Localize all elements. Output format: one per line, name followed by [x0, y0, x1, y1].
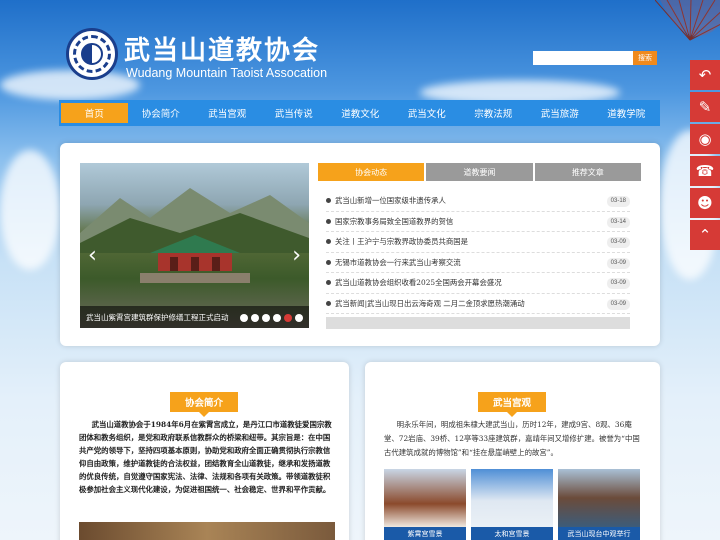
thumb-image	[471, 469, 553, 527]
temples-panel: 武当宫观 明永乐年间，明成祖朱棣大建武当山，历时12年，建成9宫、8观、36庵堂…	[365, 362, 660, 540]
bullet-icon	[326, 300, 331, 306]
up-arrow-icon[interactable]: ⌃	[690, 220, 720, 250]
news-list: 武当山新增一位国家级非遗传承人 03-18 国家宗教事务局致全国道教界的贺信 0…	[326, 191, 630, 314]
news-panel: ‹ › 武当山紫霄宫建筑群保护修缮工程正式启动 协会动态 道教要闻 推荐文章 武…	[60, 143, 660, 346]
temple-thumb[interactable]: 太和宫雪景	[471, 469, 553, 540]
site-logo[interactable]: 武当山道教协会 Wudang Mountain Taoist Assocatio…	[66, 28, 366, 83]
bullet-icon	[326, 198, 331, 204]
back-icon[interactable]: ↶	[690, 60, 720, 90]
search-input[interactable]	[533, 51, 633, 65]
next-arrow-icon[interactable]: ›	[292, 243, 301, 268]
slider-dots	[240, 314, 303, 322]
news-date: 03-09	[606, 278, 630, 289]
temples-text: 明永乐年间，明成祖朱棣大建武当山，历时12年，建成9宫、8观、36庵堂、72岩庙…	[384, 420, 640, 457]
cloud	[0, 150, 60, 270]
nav-item-academy[interactable]: 道教学院	[593, 103, 660, 123]
list-item[interactable]: 关注丨王沪宁与宗教界政协委员共商国是 03-09	[326, 232, 630, 253]
tab-taoist-news[interactable]: 道教要闻	[426, 163, 533, 181]
search-button[interactable]: 搜索	[633, 51, 657, 65]
news-title[interactable]: 国家宗教事务局致全国道教界的贺信	[335, 216, 453, 227]
news-divider	[326, 317, 630, 329]
main-nav: 首页 协会简介 武当宫观 武当传说 道教文化 武当文化 宗教法规 武当旅游 道教…	[59, 100, 660, 126]
chat-icon[interactable]: ✎	[690, 92, 720, 122]
nav-item-tourism[interactable]: 武当旅游	[527, 103, 594, 123]
thumb-image	[384, 469, 466, 527]
thumb-image	[558, 469, 640, 527]
slider-dot[interactable]	[251, 314, 259, 322]
nav-item-temples[interactable]: 武当宫观	[194, 103, 261, 123]
news-date: 03-14	[606, 216, 630, 228]
intro-text: 武当山道教协会于1984年6月在紫霄宫成立，是丹江口市道教徒爱国宗教团体和教务组…	[79, 420, 332, 494]
intro-image[interactable]	[79, 522, 335, 540]
slider-dot-active[interactable]	[284, 314, 292, 322]
tab-recommended[interactable]: 推荐文章	[534, 163, 641, 181]
nav-item-home[interactable]: 首页	[61, 103, 128, 123]
news-title[interactable]: 武当山新增一位国家级非遗传承人	[335, 195, 446, 206]
qq-icon[interactable]: ☻	[690, 188, 720, 218]
bullet-icon	[326, 280, 331, 286]
nav-item-legends[interactable]: 武当传说	[261, 103, 328, 123]
thumb-caption: 太和宫雪景	[471, 527, 553, 540]
intro-title[interactable]: 协会简介	[170, 392, 238, 417]
list-item[interactable]: 国家宗教事务局致全国道教界的贺信 03-14	[326, 212, 630, 232]
temple-thumb[interactable]: 武当山现台中观举行	[558, 469, 640, 540]
list-item[interactable]: 武当新闻|武当山现日出云海奇观 二月二金顶求愿热潮涌动 03-09	[326, 294, 630, 314]
thumb-caption: 武当山现台中观举行	[558, 527, 640, 540]
nav-item-regulations[interactable]: 宗教法规	[460, 103, 527, 123]
logo-chinese-title: 武当山道教协会	[124, 36, 321, 66]
news-date: 03-09	[606, 237, 630, 248]
bullet-icon	[326, 259, 331, 265]
phone-icon[interactable]: ☎	[690, 156, 720, 186]
list-item[interactable]: 武当山道教协会组织收看2025全国两会开幕会盛况 03-09	[326, 273, 630, 294]
logo-english-title: Wudang Mountain Taoist Assocation	[126, 66, 328, 80]
news-title[interactable]: 武当新闻|武当山现日出云海奇观 二月二金顶求愿热潮涌动	[335, 298, 525, 309]
bullet-icon	[326, 239, 331, 245]
slider-dot[interactable]	[262, 314, 270, 322]
intro-panel: 协会简介 武当山道教协会于1984年6月在紫霄宫成立，是丹江口市道教徒爱国宗教团…	[60, 362, 349, 540]
temple-thumb[interactable]: 紫霄宫雪景	[384, 469, 466, 540]
prev-arrow-icon[interactable]: ‹	[88, 243, 97, 268]
tab-association-news[interactable]: 协会动态	[318, 163, 425, 181]
nav-item-about[interactable]: 协会简介	[128, 103, 195, 123]
list-item[interactable]: 无锡市道教协会一行来武当山考察交流 03-09	[326, 253, 630, 273]
news-date: 03-09	[606, 298, 630, 310]
news-date: 03-09	[606, 257, 630, 269]
news-date: 03-18	[606, 196, 630, 207]
news-title[interactable]: 武当山道教协会组织收看2025全国两会开幕会盛况	[335, 277, 502, 288]
floating-toolbar: ↶ ✎ ◉ ☎ ☻ ⌃	[690, 60, 720, 252]
nav-item-taoist-culture[interactable]: 道教文化	[327, 103, 394, 123]
bullet-icon	[326, 218, 331, 224]
news-tabs: 协会动态 道教要闻 推荐文章	[318, 163, 641, 181]
image-slider[interactable]: ‹ › 武当山紫霄宫建筑群保护修缮工程正式启动	[80, 163, 309, 328]
temples-title[interactable]: 武当宫观	[478, 392, 546, 417]
list-item[interactable]: 武当山新增一位国家级非遗传承人 03-18	[326, 191, 630, 212]
wechat-icon[interactable]: ◉	[690, 124, 720, 154]
slider-dot[interactable]	[273, 314, 281, 322]
slider-dot[interactable]	[240, 314, 248, 322]
news-title[interactable]: 关注丨王沪宁与宗教界政协委员共商国是	[335, 236, 468, 247]
temple-image	[140, 235, 250, 283]
slider-dot[interactable]	[295, 314, 303, 322]
news-title[interactable]: 无锡市道教协会一行来武当山考察交流	[335, 257, 461, 268]
nav-item-wudang-culture[interactable]: 武当文化	[394, 103, 461, 123]
taiji-logo-icon	[66, 28, 118, 80]
thumb-caption: 紫霄宫雪景	[384, 527, 466, 540]
search-box: 搜索	[533, 51, 657, 65]
